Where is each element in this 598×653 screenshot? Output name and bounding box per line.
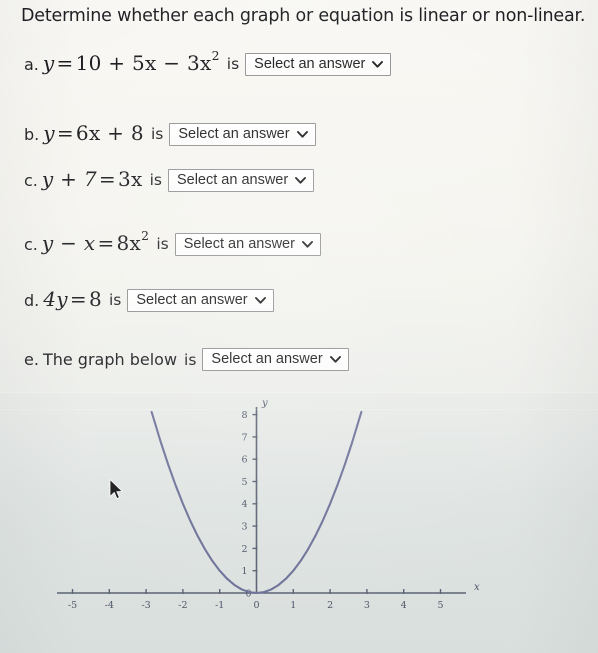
select-answer-c2[interactable]: Select an answer [174, 232, 321, 256]
chevron-down-icon [372, 60, 384, 68]
page-title: Determine whether each graph or equation… [21, 6, 586, 26]
y-tick-label: 5 [241, 477, 247, 488]
chevron-down-icon [296, 130, 308, 138]
chevron-down-icon [254, 296, 266, 304]
question-row-d: d. 4y = 8 is Select an answer [24, 287, 274, 312]
y-tick-label: 4 [241, 499, 247, 510]
select-answer-c1[interactable]: Select an answer [167, 168, 315, 192]
y-axis-label: y [261, 398, 268, 409]
y-tick-label: 1 [241, 566, 247, 577]
worksheet-content: Determine whether each graph or equation… [0, 0, 598, 653]
select-answer-d[interactable]: Select an answer [127, 288, 274, 312]
equation-c2: y − x = 8x2 [41, 228, 150, 255]
x-tick-label: 5 [437, 600, 443, 611]
select-answer-c1-label: Select an answer [176, 171, 289, 188]
is-word-b: is [150, 125, 164, 143]
y-tick-label: 7 [241, 432, 247, 443]
is-word-c1: is [149, 171, 162, 189]
y-tick-label: 6 [241, 455, 247, 466]
select-answer-b-label: Select an answer [178, 125, 290, 142]
equation-c1: y + 7 = 3x [41, 167, 143, 191]
x-axis-label: x [474, 582, 480, 593]
question-label-e: e. [24, 350, 39, 369]
is-word-c2: is [156, 235, 169, 253]
equation-a: y = 10 + 5x − 3x2 [42, 48, 220, 75]
question-row-b: b. y = 6x + 8 is Select an answer [24, 121, 316, 146]
chevron-down-icon [329, 356, 341, 363]
is-word-d: is [108, 291, 122, 309]
x-tick-label: 0 [253, 600, 259, 611]
is-word-a: is [226, 55, 240, 73]
y-tick-label: 3 [241, 522, 247, 533]
chevron-down-icon [301, 240, 313, 248]
equation-d: 4y = 8 [43, 287, 102, 311]
chevron-down-icon [295, 176, 307, 184]
x-tick-label: 2 [327, 600, 333, 611]
x-tick-label: 3 [364, 600, 370, 611]
x-tick-label: -3 [141, 600, 150, 611]
is-word-e: is [184, 350, 197, 369]
select-answer-c2-label: Select an answer [183, 235, 295, 252]
question-row-a: a. y = 10 + 5x − 3x2 is Select an answer [24, 48, 392, 76]
select-answer-a-label: Select an answer [254, 55, 366, 72]
select-answer-e-label: Select an answer [211, 351, 323, 368]
parabola-graph: -5 -4 -3 -2 -1 0 1 2 3 4 5 1 2 3 4 5 6 7 8 0 x y [0, 386, 598, 653]
select-answer-a[interactable]: Select an answer [245, 52, 392, 76]
y-tick-label: 8 [241, 410, 247, 421]
x-tick-label: -5 [68, 600, 77, 611]
question-label-a: a. [24, 54, 39, 74]
question-row-e: e. The graph below is Select an answer [24, 348, 349, 371]
x-tick-label: -4 [105, 600, 114, 611]
x-tick-label: 4 [401, 600, 407, 611]
x-tick-label: 1 [290, 600, 296, 611]
question-row-c2: c. y − x = 8x2 is Select an answer [24, 228, 321, 256]
y-axis-tick-labels: 123456780 [241, 410, 251, 599]
question-label-b: b. [24, 124, 40, 144]
question-row-c1: c. y + 7 = 3x is Select an answer [24, 167, 315, 192]
question-label-c1: c. [24, 170, 38, 190]
x-tick-label: -1 [215, 600, 224, 611]
graph-svg: -5 -4 -3 -2 -1 0 1 2 3 4 5 1 2 3 4 5 6 7 8 0 x y [57, 398, 480, 611]
select-answer-e[interactable]: Select an answer [202, 348, 349, 371]
equation-b: y = 6x + 8 [43, 121, 144, 145]
select-answer-b[interactable]: Select an answer [169, 122, 316, 146]
y-tick-label: 2 [241, 544, 247, 555]
question-label-c2: c. [24, 234, 38, 254]
select-answer-d-label: Select an answer [136, 291, 248, 308]
x-axis-tick-labels: -5 -4 -3 -2 -1 0 1 2 3 4 5 [68, 600, 444, 611]
question-text-e: The graph below [42, 350, 178, 369]
question-label-d: d. [24, 290, 40, 310]
x-tick-label: -2 [178, 600, 187, 611]
